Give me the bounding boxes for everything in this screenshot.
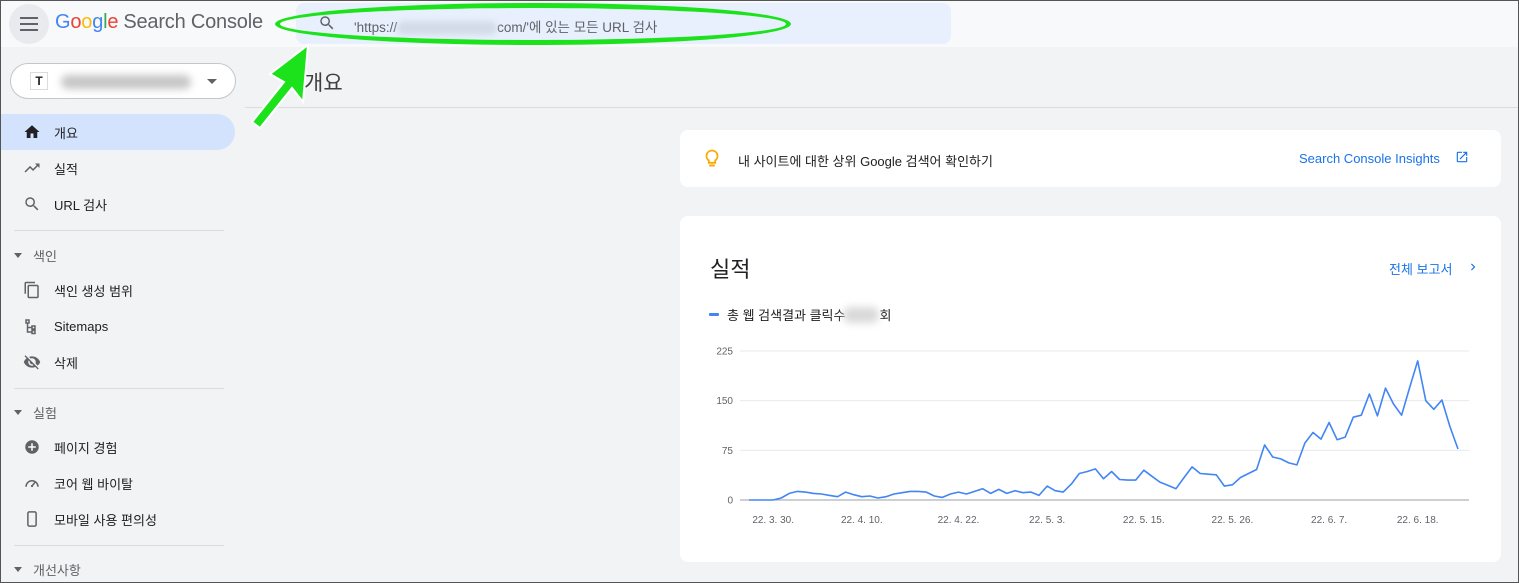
product-name: Search Console [123,11,263,33]
sidebar-item-removals[interactable]: 삭제 [0,344,235,380]
property-selector[interactable]: T [10,63,236,99]
sidebar-item-core-web-vitals[interactable]: 코어 웹 바이탈 [0,465,235,501]
performance-card: 실적 전체 보고서 총 웹 검색결과 클릭수 회 0 75 150 225 22. 3. … [680,216,1501,562]
property-favicon: T [30,72,48,90]
sidebar-item-sitemaps[interactable]: Sitemaps [0,308,235,344]
x-tick-label: 22. 6. 18. [1397,515,1439,526]
phone-icon [27,511,37,527]
sidebar-item-performance[interactable]: 실적 [0,150,235,186]
search-console-insights-link[interactable]: Search Console Insights [1299,151,1440,166]
collapse-triangle-icon [14,567,22,572]
home-icon [24,125,40,138]
search-placeholder[interactable]: 'https://com/'에 있는 모든 URL 검사 [354,16,657,36]
header-divider [245,107,1519,108]
x-tick-label: 22. 3. 30. [752,515,794,526]
sidebar-section-index[interactable]: 색인 [14,246,57,265]
url-inspection-search-bar[interactable]: 'https://com/'에 있는 모든 URL 검사 [296,3,951,44]
y-tick-label: 0 [727,496,733,507]
insights-card: 내 사이트에 대한 상위 Google 검색어 확인하기 Search Cons… [680,130,1501,187]
sidebar-item-mobile-usability[interactable]: 모바일 사용 편의성 [0,501,235,537]
main-menu-button[interactable] [9,4,49,44]
top-app-bar: Google Search Console 'https://com/'에 있는 … [0,0,1519,47]
copy-icon [24,281,39,299]
y-tick-label: 150 [716,396,733,407]
x-tick-label: 22. 4. 22. [938,515,980,526]
trending-up-icon [24,163,40,173]
sidebar-item-overview[interactable]: 개요 [0,114,235,150]
page-title: 개요 [304,72,343,95]
sidebar-item-page-experience[interactable]: 페이지 경험 [0,429,235,465]
x-tick-label: 22. 4. 10. [841,515,883,526]
search-icon [25,197,39,211]
sidebar-item-url-inspection[interactable]: URL 검사 [0,186,235,222]
redacted-property-name [61,75,191,89]
gauge-icon [25,480,39,488]
sidebar-divider [14,388,224,389]
open-external-icon[interactable] [1455,150,1469,164]
sidebar-section-experience[interactable]: 실험 [14,403,57,422]
sitemap-icon [25,319,36,335]
insights-text: 내 사이트에 대한 상위 Google 검색어 확인하기 [738,154,993,169]
clicks-line-chart: 0 75 150 225 22. 3. 30. 22. 4. 10. 22. 4. 22. 2… [716,347,1469,526]
clicks-series-line[interactable] [749,360,1459,501]
x-tick-label: 22. 5. 26. [1212,515,1254,526]
collapse-triangle-icon [14,253,22,258]
search-icon [320,16,334,30]
sidebar-section-enhancements[interactable]: 개선사항 [14,560,81,579]
dropdown-caret-icon [207,79,217,84]
hamburger-icon [20,17,38,31]
y-tick-label: 75 [722,446,734,457]
lightbulb-icon [705,149,719,167]
sidebar-divider [14,545,224,546]
sidebar-divider [14,230,224,231]
y-tick-label: 225 [716,347,733,358]
x-tick-label: 22. 6. 7. [1311,515,1347,526]
google-search-console-logo[interactable]: Google Search Console [55,11,263,34]
eye-off-icon [23,355,41,370]
plus-circle-icon [25,440,39,454]
redacted-domain [397,21,498,36]
sidebar-item-coverage[interactable]: 색인 생성 범위 [0,272,235,308]
x-tick-label: 22. 5. 15. [1123,515,1165,526]
collapse-triangle-icon [14,410,22,415]
x-tick-label: 22. 5. 3. [1029,515,1065,526]
